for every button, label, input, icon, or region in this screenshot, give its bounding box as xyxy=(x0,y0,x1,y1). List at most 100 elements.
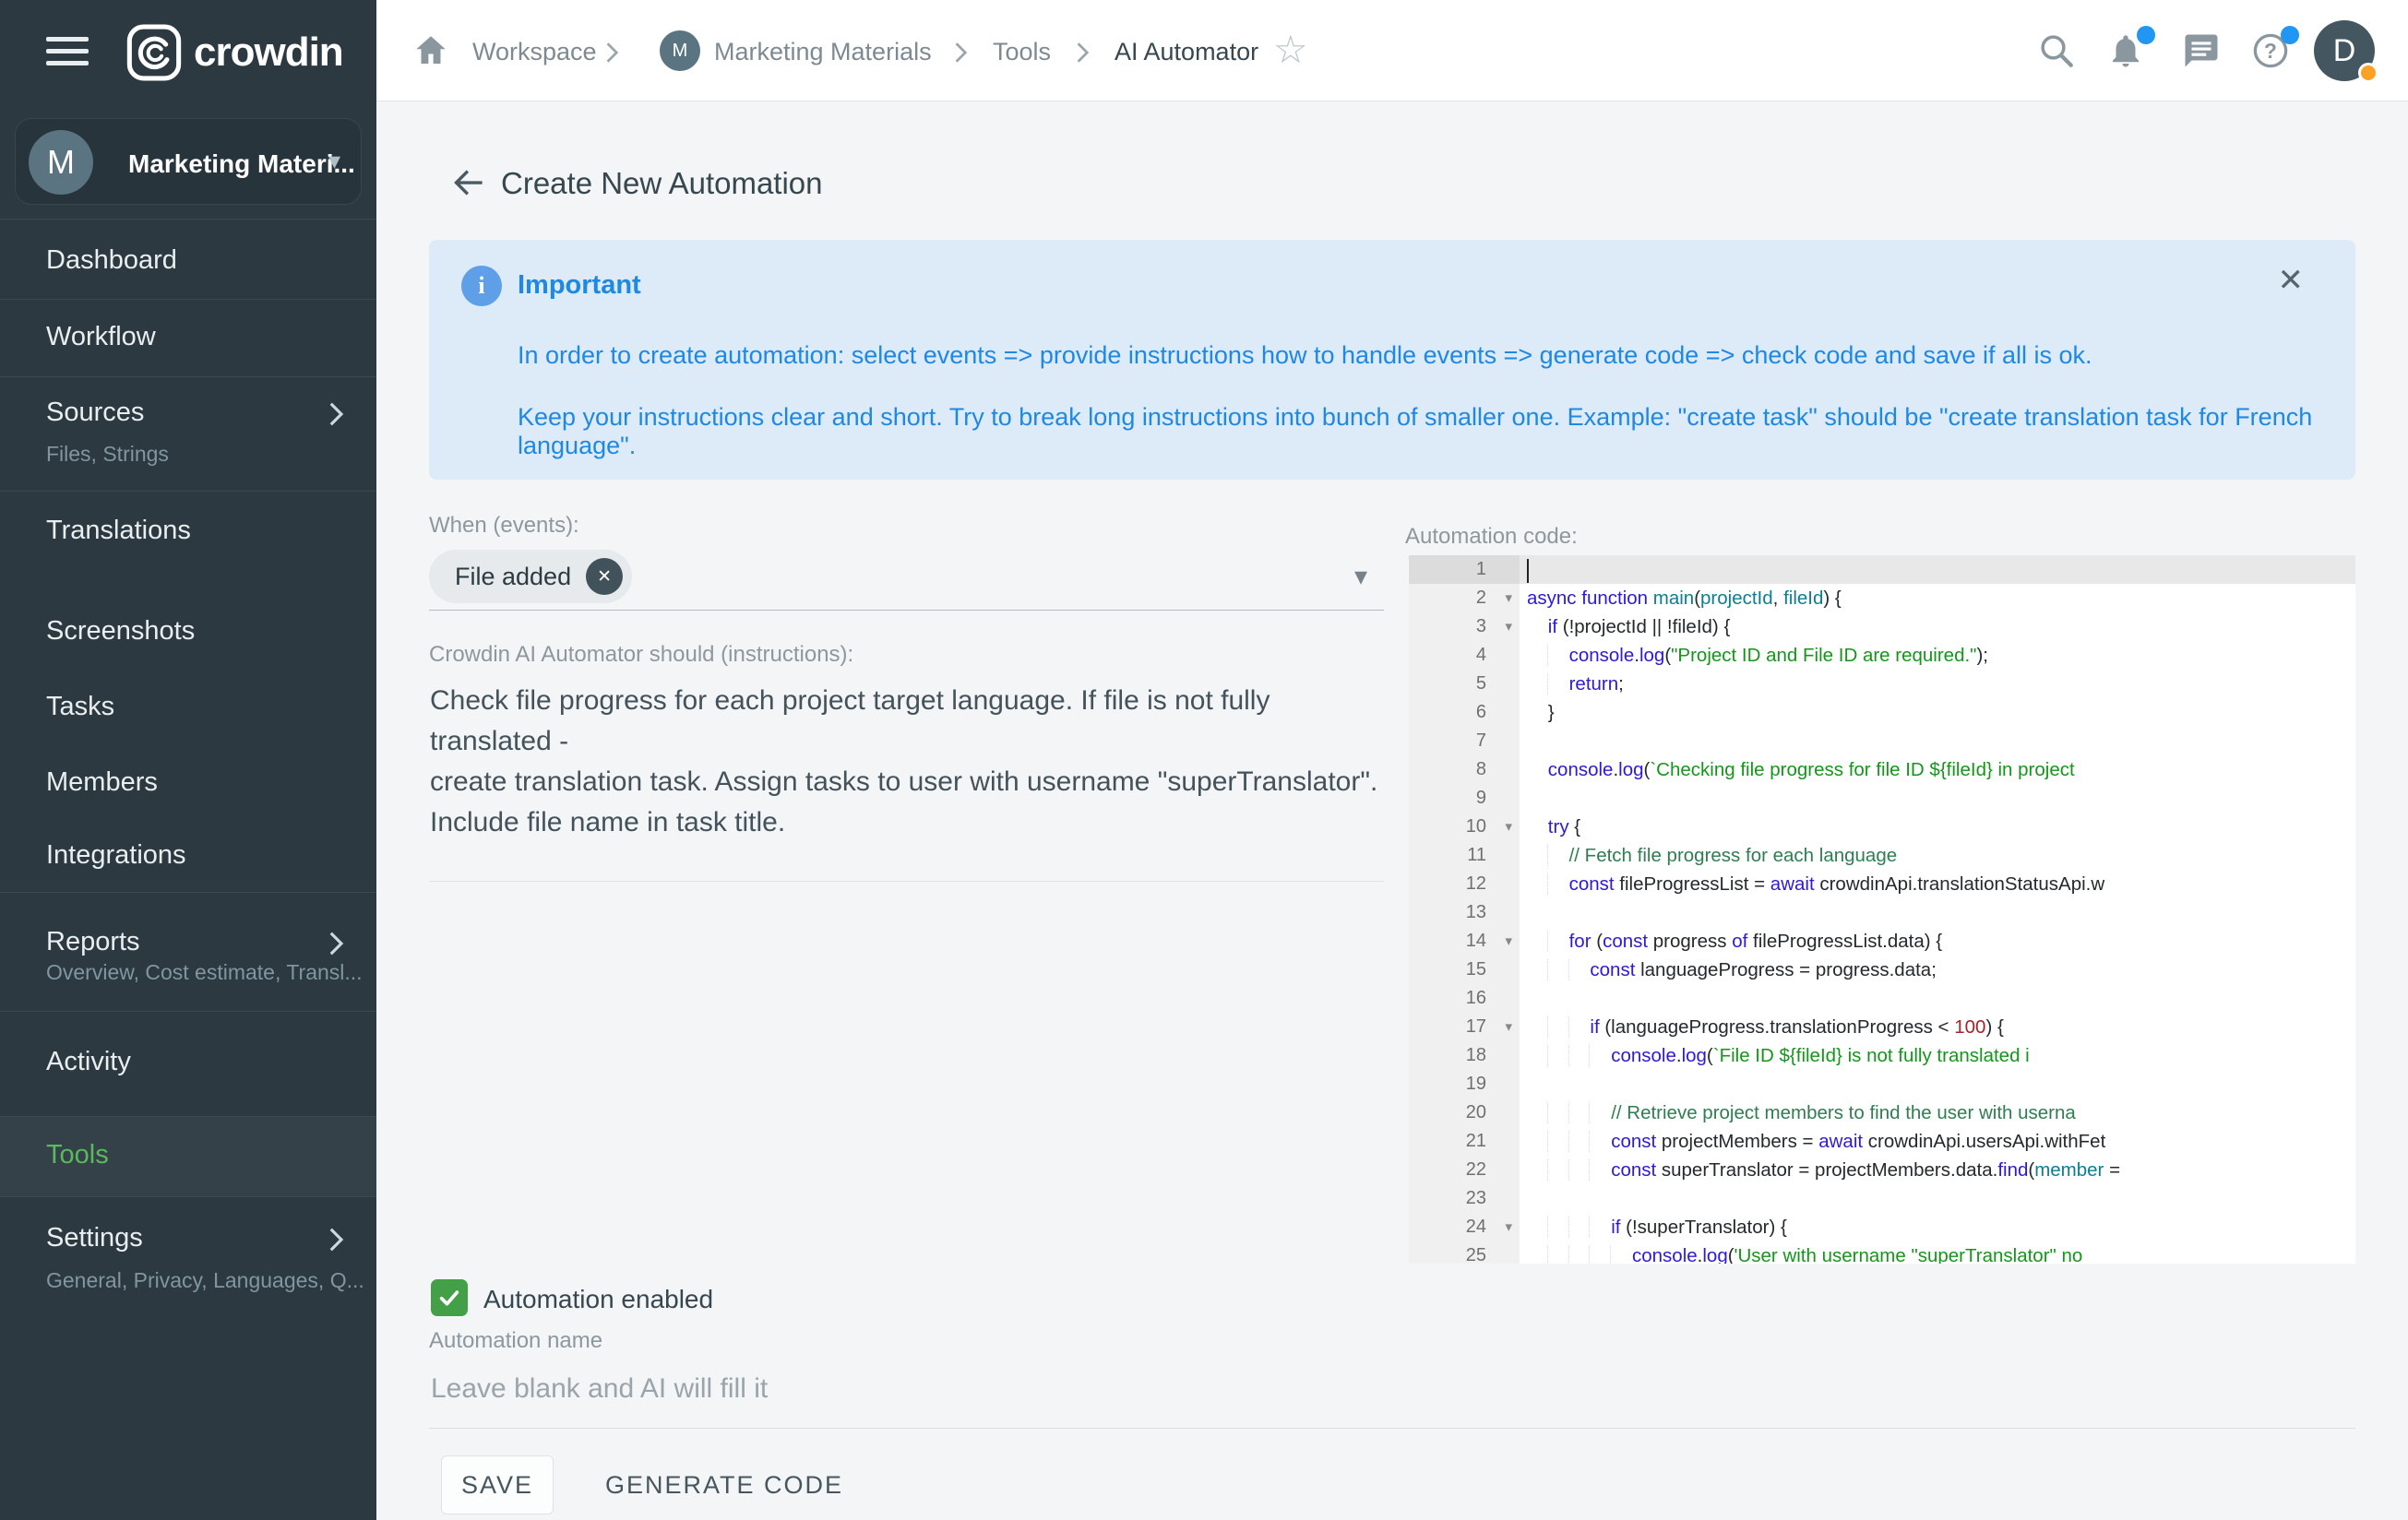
back-arrow-icon[interactable] xyxy=(450,166,487,199)
sidebar-sub-sources: Files, Strings xyxy=(46,442,169,467)
divider xyxy=(0,299,376,300)
code-line-text: const superTranslator = projectMembers.d… xyxy=(1520,1156,2355,1184)
sidebar-item-settings[interactable]: Settings xyxy=(46,1223,143,1253)
sidebar-item-reports[interactable]: Reports xyxy=(46,927,140,957)
code-line[interactable]: 18 console.log(`File ID ${fileId} is not… xyxy=(1409,1041,2355,1070)
instructions-label: Crowdin AI Automator should (instruction… xyxy=(429,642,853,668)
code-line[interactable]: 19 xyxy=(1409,1070,2355,1098)
project-name: Marketing Materi... xyxy=(128,149,355,179)
code-line-text: console.log(`File ID ${fileId} is not fu… xyxy=(1520,1041,2355,1070)
code-line[interactable]: 5 return; xyxy=(1409,670,2355,698)
events-dropdown-caret-icon[interactable]: ▾ xyxy=(1354,561,1367,591)
fold-arrow-icon[interactable]: ▾ xyxy=(1505,813,1512,841)
code-line[interactable]: 17▾ if (languageProgress.translationProg… xyxy=(1409,1013,2355,1041)
generate-code-button[interactable]: GENERATE CODE xyxy=(590,1455,858,1514)
divider xyxy=(0,491,376,492)
instructions-text[interactable]: Check file progress for each project tar… xyxy=(430,681,1394,843)
events-select-underline xyxy=(429,610,1384,611)
code-line-text: } xyxy=(1520,698,2355,727)
code-lines: 12▾async function main(projectId, fileId… xyxy=(1409,555,2355,1264)
sidebar-item-translations[interactable]: Translations xyxy=(46,516,191,546)
code-line[interactable]: 22 const superTranslator = projectMember… xyxy=(1409,1156,2355,1184)
breadcrumb-current: AI Automator xyxy=(1115,38,1258,66)
code-line[interactable]: 6 } xyxy=(1409,698,2355,727)
project-selector[interactable]: M Marketing Materi... ▾ xyxy=(15,118,362,205)
fold-arrow-icon[interactable]: ▾ xyxy=(1505,927,1512,956)
breadcrumb-tools[interactable]: Tools xyxy=(993,38,1051,66)
code-line[interactable]: 20 // Retrieve project members to find t… xyxy=(1409,1098,2355,1127)
code-editor[interactable]: 12▾async function main(projectId, fileId… xyxy=(1409,555,2355,1264)
sidebar-item-dashboard[interactable]: Dashboard xyxy=(46,245,177,276)
hamburger-menu-icon[interactable] xyxy=(46,37,89,73)
svg-text:?: ? xyxy=(2264,39,2277,63)
event-chip-file-added[interactable]: File added ✕ xyxy=(429,550,632,603)
breadcrumb-project[interactable]: Marketing Materials xyxy=(714,38,932,66)
code-line[interactable]: 4 console.log("Project ID and File ID ar… xyxy=(1409,641,2355,670)
code-line[interactable]: 25 console.log('User with username "supe… xyxy=(1409,1241,2355,1264)
fold-arrow-icon[interactable]: ▾ xyxy=(1505,612,1512,641)
gutter-line-number: 3▾ xyxy=(1409,612,1520,641)
sidebar-item-sources[interactable]: Sources xyxy=(46,398,144,428)
sidebar-item-members[interactable]: Members xyxy=(46,767,158,798)
project-avatar: M xyxy=(29,130,93,195)
automation-name-underline xyxy=(429,1428,2355,1429)
code-line[interactable]: 15 const languageProgress = progress.dat… xyxy=(1409,956,2355,984)
remove-event-icon[interactable]: ✕ xyxy=(586,558,623,595)
main-content: Create New Automation i Important In ord… xyxy=(376,101,2408,1520)
gutter-line-number: 1 xyxy=(1409,555,1520,584)
sidebar-item-activity[interactable]: Activity xyxy=(46,1047,131,1077)
fold-arrow-icon[interactable]: ▾ xyxy=(1505,1013,1512,1041)
gutter-line-number: 12 xyxy=(1409,870,1520,898)
fold-arrow-icon[interactable]: ▾ xyxy=(1505,584,1512,612)
code-line[interactable]: 7 xyxy=(1409,727,2355,755)
sidebar-item-tools[interactable]: Tools xyxy=(46,1140,109,1170)
event-chip-label: File added xyxy=(455,563,571,591)
breadcrumb-workspace[interactable]: Workspace xyxy=(472,38,597,66)
code-line[interactable]: 14▾ for (const progress of fileProgressL… xyxy=(1409,927,2355,956)
chat-icon[interactable] xyxy=(2182,31,2221,70)
code-line[interactable]: 13 xyxy=(1409,898,2355,927)
search-icon[interactable] xyxy=(2037,31,2076,70)
gutter-line-number: 2▾ xyxy=(1409,584,1520,612)
gutter-line-number: 4 xyxy=(1409,641,1520,670)
code-line[interactable]: 24▾ if (!superTranslator) { xyxy=(1409,1213,2355,1241)
code-line[interactable]: 11 // Fetch file progress for each langu… xyxy=(1409,841,2355,870)
automation-name-input[interactable] xyxy=(429,1363,2355,1415)
code-line[interactable]: 3▾ if (!projectId || !fileId) { xyxy=(1409,612,2355,641)
crowdin-logo[interactable]: crowdin xyxy=(125,22,343,83)
gutter-line-number: 6 xyxy=(1409,698,1520,727)
home-icon[interactable] xyxy=(411,31,450,70)
save-button[interactable]: SAVE xyxy=(441,1455,554,1514)
code-line-text xyxy=(1520,784,2355,813)
code-line[interactable]: 12 const fileProgressList = await crowdi… xyxy=(1409,870,2355,898)
code-line[interactable]: 9 xyxy=(1409,784,2355,813)
code-line[interactable]: 23 xyxy=(1409,1184,2355,1213)
divider xyxy=(0,376,376,377)
gutter-line-number: 21 xyxy=(1409,1127,1520,1156)
sidebar-item-screenshots[interactable]: Screenshots xyxy=(46,616,195,647)
code-line-text: const fileProgressList = await crowdinAp… xyxy=(1520,870,2355,898)
code-line[interactable]: 16 xyxy=(1409,984,2355,1013)
chevron-right-icon xyxy=(328,930,345,957)
notice-title: Important xyxy=(518,270,641,301)
sidebar-item-integrations[interactable]: Integrations xyxy=(46,840,186,871)
chevron-right-icon xyxy=(1076,41,1091,65)
close-icon[interactable]: ✕ xyxy=(2278,262,2305,299)
code-line[interactable]: 1 xyxy=(1409,555,2355,584)
automation-enabled-checkbox[interactable] xyxy=(431,1279,468,1316)
gutter-line-number: 24▾ xyxy=(1409,1213,1520,1241)
favorite-star-icon[interactable]: ☆ xyxy=(1273,30,1308,69)
sidebar-item-workflow[interactable]: Workflow xyxy=(46,322,156,352)
top-navbar: Workspace M Marketing Materials Tools AI… xyxy=(376,0,2408,101)
code-line[interactable]: 8 console.log(`Checking file progress fo… xyxy=(1409,755,2355,784)
code-line[interactable]: 2▾async function main(projectId, fileId)… xyxy=(1409,584,2355,612)
code-line[interactable]: 21 const projectMembers = await crowdinA… xyxy=(1409,1127,2355,1156)
code-label: Automation code: xyxy=(1405,524,1578,550)
code-line-text: for (const progress of fileProgressList.… xyxy=(1520,927,2355,956)
fold-arrow-icon[interactable]: ▾ xyxy=(1505,1213,1512,1241)
sidebar-sub-settings: General, Privacy, Languages, Q... xyxy=(46,1268,364,1293)
gutter-line-number: 11 xyxy=(1409,841,1520,870)
code-line[interactable]: 10▾ try { xyxy=(1409,813,2355,841)
sidebar-item-tasks[interactable]: Tasks xyxy=(46,692,114,722)
gutter-line-number: 14▾ xyxy=(1409,927,1520,956)
